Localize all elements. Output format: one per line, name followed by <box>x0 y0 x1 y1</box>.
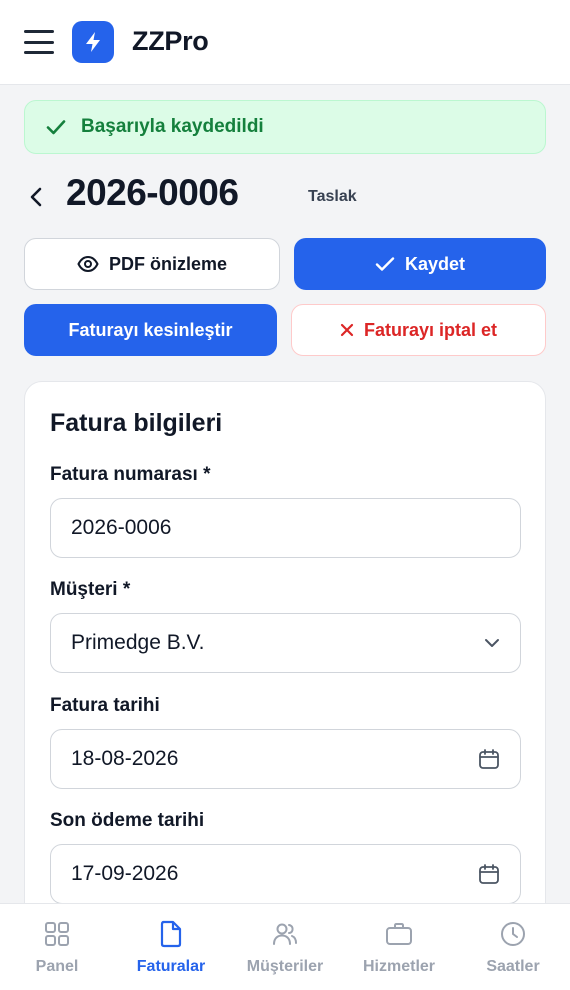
top-bar: ZZPro <box>0 0 570 85</box>
document-icon <box>160 920 182 948</box>
save-button[interactable]: Kaydet <box>294 238 546 290</box>
nav-label-faturalar: Faturalar <box>136 958 206 975</box>
calendar-icon[interactable] <box>478 863 500 885</box>
customer-label: Müşteri * <box>50 579 131 600</box>
finalize-invoice-button[interactable]: Faturayı kesinleştir <box>24 304 277 356</box>
briefcase-icon <box>385 920 413 948</box>
hamburger-menu-icon[interactable] <box>24 30 54 54</box>
nav-item-faturalar[interactable]: Faturalar <box>114 904 228 990</box>
invoice-number-input[interactable]: 2026-0006 <box>50 498 521 558</box>
lightning-bolt-icon <box>86 32 100 52</box>
clock-icon <box>500 920 526 948</box>
due-date-label: Son ödeme tarihi <box>50 810 205 831</box>
chevron-left-icon <box>30 187 42 207</box>
due-date-value: 17-09-2026 <box>71 862 179 885</box>
back-button[interactable] <box>24 182 48 212</box>
nav-item-musteriler[interactable]: Müşteriler <box>228 904 342 990</box>
invoice-info-card: Fatura bilgileri Fatura numarası * 2026-… <box>24 381 546 990</box>
bottom-navigation: Panel Faturalar Müşteriler Hizmetler Saa… <box>0 903 570 990</box>
invoice-date-input[interactable]: 18-08-2026 <box>50 729 521 789</box>
cancel-invoice-button[interactable]: Faturayı iptal et <box>291 304 546 356</box>
check-icon <box>45 116 67 138</box>
card-title: Fatura bilgileri <box>50 409 223 437</box>
invoice-number-label: Fatura numarası * <box>50 464 211 485</box>
invoice-date-label: Fatura tarihi <box>50 695 160 716</box>
page-title: 2026-0006 <box>66 172 239 213</box>
nav-item-panel[interactable]: Panel <box>0 904 114 990</box>
calendar-icon[interactable] <box>478 748 500 770</box>
users-icon <box>272 920 298 948</box>
close-icon <box>340 323 354 337</box>
pdf-preview-button[interactable]: PDF önizleme <box>24 238 280 290</box>
invoice-number-value: 2026-0006 <box>71 516 172 539</box>
customer-select[interactable]: Primedge B.V. <box>50 613 521 673</box>
nav-label-saatler: Saatler <box>486 958 540 975</box>
check-icon <box>375 257 395 271</box>
app-logo <box>72 21 114 63</box>
chevron-down-icon <box>484 638 500 648</box>
alert-text: Başarıyla kaydedildi <box>81 116 264 137</box>
invoice-date-value: 18-08-2026 <box>71 747 179 770</box>
nav-label-panel: Panel <box>35 958 79 975</box>
nav-label-hizmetler: Hizmetler <box>362 958 436 975</box>
pdf-preview-label: PDF önizleme <box>108 253 228 274</box>
grid-icon <box>44 920 70 948</box>
cancel-label: Faturayı iptal et <box>363 319 498 340</box>
save-label: Kaydet <box>404 253 466 274</box>
status-badge: Taslak <box>296 181 369 213</box>
eye-icon <box>77 256 99 272</box>
nav-item-saatler[interactable]: Saatler <box>456 904 570 990</box>
success-alert: Başarıyla kaydedildi <box>24 100 546 154</box>
brand-name: ZZPro <box>132 26 209 56</box>
nav-item-hizmetler[interactable]: Hizmetler <box>342 904 456 990</box>
customer-value: Primedge B.V. <box>71 631 205 654</box>
due-date-input[interactable]: 17-09-2026 <box>50 844 521 904</box>
app-root: ZZPro Başarıyla kaydedildi 2026-0006 Tas… <box>0 0 570 990</box>
finalize-label: Faturayı kesinleştir <box>68 319 233 340</box>
nav-label-musteriler: Müşteriler <box>246 958 324 975</box>
